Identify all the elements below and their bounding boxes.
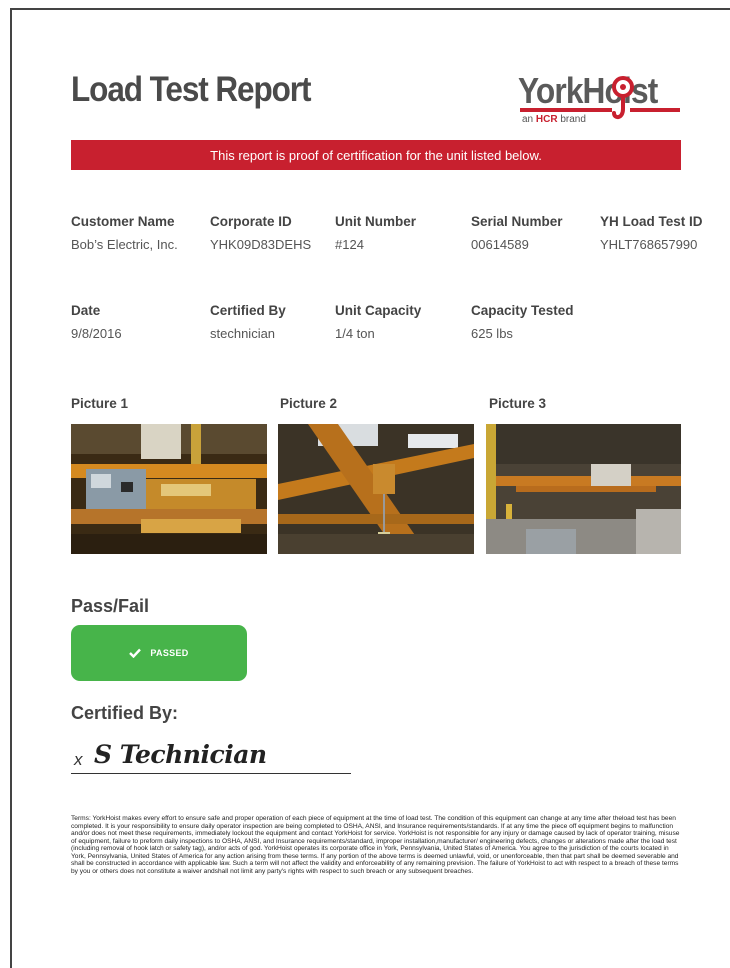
picture-1-label: Picture 1 <box>71 396 129 411</box>
pass-fail-label: Pass/Fail <box>71 596 150 616</box>
field-value: 625 lbs <box>471 326 513 341</box>
certified-by-heading: Certified By: <box>71 703 179 723</box>
load-test-id-field: YH Load Test ID YHLT768657990 <box>600 214 703 252</box>
certified-by-field: Certified By stechnician <box>210 303 286 341</box>
picture-1-hoist-photo[interactable] <box>71 424 267 554</box>
unit-capacity-field: Unit Capacity 1/4 ton <box>335 303 421 341</box>
field-label: Date <box>71 303 101 318</box>
field-label: Unit Capacity <box>335 303 422 318</box>
serial-number-field: Serial Number 00614589 <box>471 214 563 252</box>
customer-name-field: Customer Name Bob’s Electric, Inc. <box>71 214 178 252</box>
corporate-id-field: Corporate ID YHK09D83DEHS <box>210 214 311 252</box>
field-label: Corporate ID <box>210 214 292 229</box>
field-value: YHLT768657990 <box>600 237 698 252</box>
certification-banner: This report is proof of certification fo… <box>71 140 681 170</box>
signature-line <box>71 773 351 774</box>
yorkhoist-logo: YorkHoist an HCR brand <box>518 70 683 130</box>
picture-3-label: Picture 3 <box>489 396 547 411</box>
hook-icon <box>612 76 634 120</box>
field-label: Serial Number <box>471 214 563 229</box>
field-label: YH Load Test ID <box>600 214 703 229</box>
field-label: Unit Number <box>335 214 416 229</box>
picture-2-label: Picture 2 <box>280 396 338 411</box>
page-title: Load Test Report <box>71 70 311 109</box>
logo-red-bar-right <box>630 108 680 112</box>
capacity-tested-field: Capacity Tested 625 lbs <box>471 303 574 341</box>
picture-3-hoist-photo[interactable] <box>486 424 681 554</box>
picture-2-hoist-photo[interactable] <box>278 424 474 554</box>
field-label: Capacity Tested <box>471 303 574 318</box>
terms-text: Terms: YorkHoist makes every effort to e… <box>71 815 680 875</box>
signature-x-mark: x <box>74 750 83 769</box>
signature: S Technician <box>94 740 267 769</box>
logo-red-bar-left <box>520 108 612 112</box>
logo-subtitle: an HCR brand <box>522 114 586 125</box>
date-field: Date 9/8/2016 <box>71 303 122 341</box>
field-value: YHK09D83DEHS <box>210 237 312 252</box>
checkmark-icon <box>129 648 142 658</box>
pass-status-text: PASSED <box>150 648 189 658</box>
field-value: 9/8/2016 <box>71 326 122 341</box>
logo-wordmark: YorkHoist <box>518 70 658 111</box>
unit-number-field: Unit Number #124 <box>335 214 416 252</box>
field-value: #124 <box>335 237 364 252</box>
field-label: Customer Name <box>71 214 175 229</box>
field-value: 00614589 <box>471 237 529 252</box>
field-value: Bob’s Electric, Inc. <box>71 237 178 252</box>
field-value: stechnician <box>210 326 276 341</box>
pass-status-badge: PASSED <box>71 625 247 681</box>
field-value: 1/4 ton <box>335 326 375 341</box>
field-label: Certified By <box>210 303 286 318</box>
